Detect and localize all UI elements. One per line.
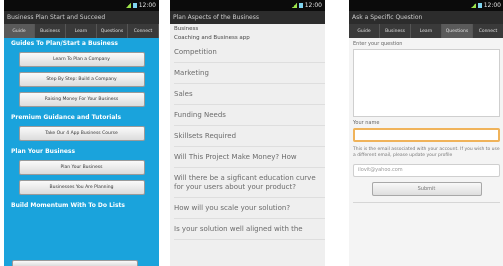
raising-money-button[interactable]: Raising Money For Your Business xyxy=(18,92,145,107)
app-title: Business Plan Start and Succeed xyxy=(4,11,159,24)
tab-business[interactable]: Business xyxy=(35,24,66,38)
battery-icon xyxy=(298,3,303,8)
plan-business-button[interactable]: Plan Your Business xyxy=(18,160,145,175)
section-heading: Premium Guidance and Tutorials xyxy=(11,114,122,121)
tab-connect[interactable]: Connect xyxy=(128,24,159,38)
tab-bar: Guide Business Learn Questions Connect xyxy=(4,24,159,38)
list-item-competition[interactable]: Competition xyxy=(174,42,325,63)
list-item-skillsets[interactable]: Skillsets Required xyxy=(174,126,325,147)
todo-button[interactable] xyxy=(12,260,138,266)
tab-connect[interactable]: Connect xyxy=(473,24,503,38)
list-item-sales[interactable]: Sales xyxy=(174,84,325,105)
section-heading: Guides To Plan/Start a Business xyxy=(11,40,118,47)
signal-icon xyxy=(470,3,476,8)
build-company-button[interactable]: Step By Step: Build a Company xyxy=(18,72,145,87)
screen-title: Plan Aspects of the Business xyxy=(170,11,325,24)
name-label: Your name xyxy=(353,120,380,126)
section-heading: Plan Your Business xyxy=(11,148,76,155)
status-time: 12:00 xyxy=(483,2,501,9)
tab-guide[interactable]: Guide xyxy=(349,24,380,38)
question-label: Enter your question xyxy=(353,41,403,47)
status-time: 12:00 xyxy=(304,2,322,9)
status-bar: 12:00 xyxy=(170,0,325,11)
email-input[interactable]: ilovit@yahoo.com xyxy=(353,164,500,177)
tab-questions[interactable]: Questions xyxy=(97,24,128,38)
list-item-make-money[interactable]: Will This Project Make Money? How xyxy=(174,147,325,168)
tab-bar: Guide Business Learn Questions Connect xyxy=(349,24,503,38)
tab-questions[interactable]: Questions xyxy=(442,24,473,38)
phone-screen-question: 12:00 Ask a Specific Question Guide Busi… xyxy=(349,0,503,266)
status-time: 12:00 xyxy=(138,2,156,9)
question-form: Enter your question Your name This is th… xyxy=(349,38,503,266)
phone-screen-aspects: 12:00 Plan Aspects of the Business Busin… xyxy=(170,0,325,266)
status-bar: 12:00 xyxy=(349,0,503,11)
list-header-line: Business xyxy=(174,26,199,32)
tab-learn[interactable]: Learn xyxy=(66,24,97,38)
guide-content: Guides To Plan/Start a Business Learn To… xyxy=(4,38,159,266)
section-heading: Build Momentum With To Do Lists xyxy=(11,202,125,209)
course-button[interactable]: Take Our 4 App Business Course xyxy=(18,126,145,141)
signal-icon xyxy=(291,3,297,8)
tab-learn[interactable]: Learn xyxy=(411,24,442,38)
learn-to-plan-button[interactable]: Learn To Plan a Company xyxy=(18,52,145,67)
aspects-list: Business Coaching and Business app Compe… xyxy=(170,24,325,266)
planning-businesses-button[interactable]: Businesses You Are Planning xyxy=(18,180,145,195)
list-header-line: Coaching and Business app xyxy=(174,35,250,41)
battery-icon xyxy=(477,3,482,8)
tab-guide[interactable]: Guide xyxy=(4,24,35,38)
list-item-funding[interactable]: Funding Needs xyxy=(174,105,325,126)
email-note: This is the email associated with your a… xyxy=(353,147,500,158)
question-textarea[interactable] xyxy=(353,49,500,117)
list-item-alignment[interactable]: Is your solution well aligned with the xyxy=(174,219,325,240)
signal-icon xyxy=(125,3,131,8)
list-item-marketing[interactable]: Marketing xyxy=(174,63,325,84)
status-bar: 12:00 xyxy=(4,0,159,11)
tab-business[interactable]: Business xyxy=(380,24,411,38)
phone-screen-guides: 12:00 Business Plan Start and Succeed Gu… xyxy=(4,0,159,266)
submit-button[interactable]: Submit xyxy=(371,182,482,196)
name-input[interactable] xyxy=(353,128,500,142)
list-item-education-curve[interactable]: Will there be a sigficant education curv… xyxy=(174,168,325,198)
list-item-scale[interactable]: How will you scale your solution? xyxy=(174,198,325,219)
divider xyxy=(353,202,500,203)
screen-title: Ask a Specific Question xyxy=(349,11,503,24)
battery-icon xyxy=(132,3,137,8)
